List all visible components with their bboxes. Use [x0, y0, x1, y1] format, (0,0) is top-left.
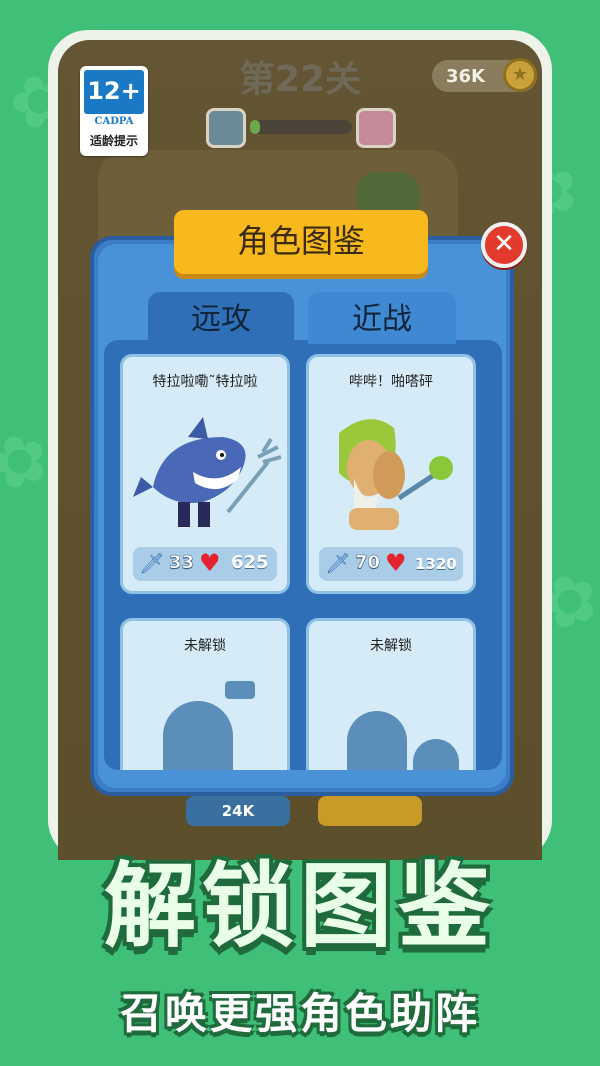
caveman-character-icon	[339, 419, 453, 530]
enemy-crocodile	[356, 172, 420, 212]
cost-button: 24K	[186, 796, 290, 826]
modal-title: 角色图鉴	[174, 210, 428, 274]
locked-silhouette-icon	[413, 739, 459, 770]
attack-value: 33	[169, 552, 195, 574]
hammer-silhouette	[225, 681, 255, 699]
character-name: 特拉啦嘞˜特拉啦	[152, 374, 258, 390]
age-rating-org: CADPA	[94, 116, 134, 127]
tab-melee[interactable]: 近战	[308, 292, 456, 344]
tab-ranged[interactable]: 远攻	[148, 292, 294, 344]
banner-subtitle: 召唤更强角色助阵	[119, 989, 480, 1038]
locked-silhouette-icon	[163, 701, 233, 770]
sword-icon: 🗡	[139, 551, 165, 575]
level-progress	[206, 108, 396, 148]
free-button	[318, 796, 422, 826]
banner-title: 解锁图鉴	[103, 853, 496, 960]
hp-value: 1320	[415, 555, 457, 573]
progress-fill	[250, 120, 260, 134]
character-stats: 🗡 33 ♥ 625	[133, 547, 277, 581]
close-icon[interactable]: ✕	[481, 222, 527, 268]
character-stats: 🗡 70 ♥ 1320	[319, 547, 463, 581]
age-rating-badge: 12+ CADPA 适龄提示	[80, 66, 148, 156]
character-card[interactable]: 哔哔！啪嗒砰 🗡 70 ♥ 1320	[306, 354, 476, 594]
attack-value: 70	[355, 552, 381, 574]
age-rating-tip: 适龄提示	[89, 134, 138, 148]
sword-icon: 🗡	[325, 551, 351, 575]
locked-silhouette-icon	[347, 711, 407, 770]
character-card[interactable]: 特拉啦嘞˜特拉啦 🗡 33 ♥ 625	[120, 354, 290, 594]
heart-icon: ♥	[199, 549, 221, 577]
locked-label: 未解锁	[184, 638, 226, 654]
boss-avatar	[356, 108, 396, 148]
player-avatar	[206, 108, 246, 148]
shark-character-icon	[133, 417, 282, 527]
heart-icon: ♥	[385, 549, 407, 577]
coin-counter: 36K ★	[432, 58, 537, 92]
age-rating-value: 12+	[84, 70, 144, 114]
level-title: 第22关	[238, 59, 362, 100]
locked-label: 未解锁	[370, 638, 412, 654]
locked-character-card[interactable]: 未解锁	[120, 618, 290, 770]
hp-value: 625	[231, 552, 269, 573]
progress-track	[250, 120, 352, 134]
character-name: 哔哔！啪嗒砰	[349, 374, 433, 390]
coin-amount: 36K	[446, 66, 485, 87]
locked-character-card[interactable]: 未解锁	[306, 618, 476, 770]
cards-panel: 特拉啦嘞˜特拉啦 🗡 33 ♥ 625 哔哔！啪嗒砰 🗡 70 ♥ 1320 未…	[104, 340, 502, 770]
coin-icon: ★	[503, 58, 537, 92]
